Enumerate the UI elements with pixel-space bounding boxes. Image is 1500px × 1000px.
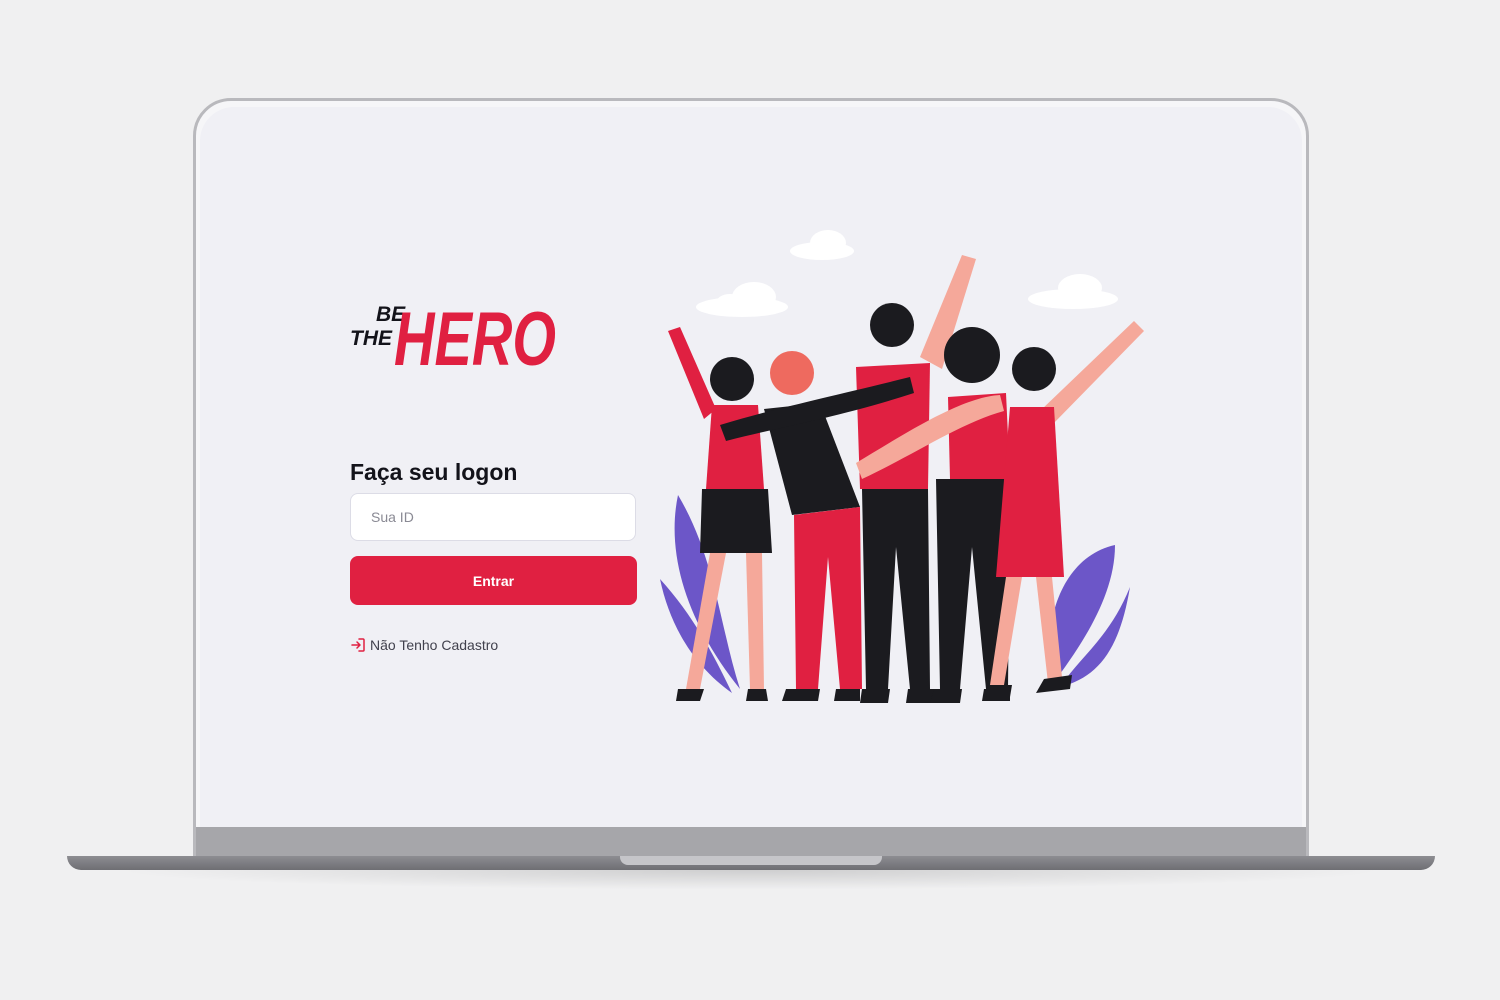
id-input[interactable] <box>350 493 636 541</box>
friends-hugging-illustration <box>660 227 1160 707</box>
be-the-hero-logo: BE THE HERO <box>350 283 565 381</box>
laptop-bezel-bottom <box>196 827 1306 858</box>
laptop-base-notch <box>620 856 882 865</box>
cloud-icon <box>790 230 854 260</box>
register-link[interactable]: Não Tenho Cadastro <box>350 637 638 653</box>
log-in-icon <box>351 638 365 652</box>
logo-line-hero: HERO <box>394 297 556 381</box>
register-link-label: Não Tenho Cadastro <box>370 637 499 653</box>
login-button[interactable]: Entrar <box>350 556 637 605</box>
cloud-icon <box>1028 274 1118 309</box>
cloud-icon <box>696 282 788 317</box>
logo-line-the: THE <box>350 327 393 350</box>
app-screen: BE THE HERO Faça seu logon Entrar Não Te… <box>200 107 1302 827</box>
page-title: Faça seu logon <box>350 459 518 485</box>
laptop-lid: BE THE HERO Faça seu logon Entrar Não Te… <box>193 98 1309 858</box>
laptop-base <box>67 856 1435 870</box>
logon-form: Faça seu logon Entrar Não Tenho Cadastro <box>350 457 638 653</box>
laptop-shadow <box>110 870 1390 890</box>
